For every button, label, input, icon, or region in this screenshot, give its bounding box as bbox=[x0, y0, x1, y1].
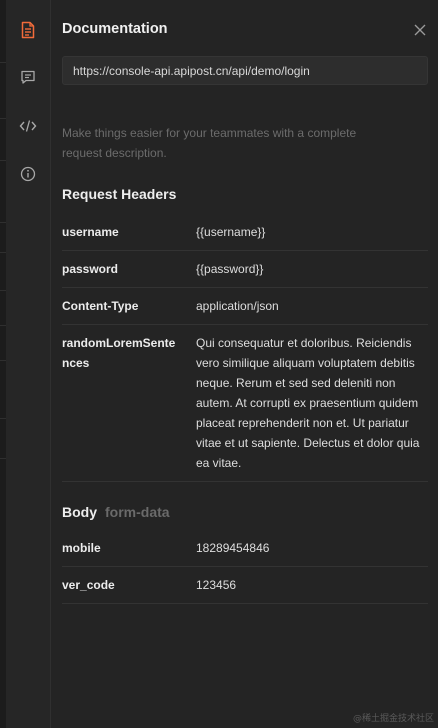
url-field[interactable]: https://console-api.apipost.cn/api/demo/… bbox=[62, 56, 428, 85]
watermark-text: @稀土掘金技术社区 bbox=[352, 714, 434, 724]
header-value: application/json bbox=[196, 299, 279, 313]
comment-icon[interactable] bbox=[18, 67, 38, 87]
header-key: Content-Type bbox=[62, 299, 139, 313]
table-row: mobile 18289454846 bbox=[62, 530, 428, 567]
panel-title: Documentation bbox=[62, 21, 168, 37]
table-row: username {{username}} bbox=[62, 213, 428, 251]
table-row: Content-Type application/json bbox=[62, 288, 428, 325]
header-value: {{username}} bbox=[196, 225, 266, 239]
document-icon[interactable] bbox=[18, 20, 38, 40]
body-value: 18289454846 bbox=[196, 541, 270, 555]
documentation-window: Documentation https://console-api.apipos… bbox=[0, 0, 438, 728]
icon-rail bbox=[6, 0, 51, 728]
code-icon[interactable] bbox=[18, 116, 38, 136]
body-title: Body bbox=[62, 504, 97, 520]
body-heading: Body form-data bbox=[62, 504, 170, 520]
body-key: ver_code bbox=[62, 578, 115, 592]
description-field[interactable]: Make things easier for your teammates wi… bbox=[62, 123, 372, 163]
documentation-panel: Documentation https://console-api.apipos… bbox=[51, 0, 438, 728]
body-value: 123456 bbox=[196, 578, 237, 592]
request-headers-heading: Request Headers bbox=[62, 186, 177, 202]
header-key: randomLoremSentences bbox=[62, 336, 176, 370]
header-value: Qui consequatur et doloribus. Reiciendis… bbox=[196, 336, 420, 470]
body-type-label: form-data bbox=[105, 504, 170, 520]
header-key: password bbox=[62, 262, 119, 276]
close-icon[interactable] bbox=[412, 22, 428, 38]
table-row: randomLoremSentences Qui consequatur et … bbox=[62, 325, 428, 482]
body-key: mobile bbox=[62, 541, 101, 555]
table-row: ver_code 123456 bbox=[62, 567, 428, 604]
info-icon[interactable] bbox=[18, 164, 38, 184]
table-row: password {{password}} bbox=[62, 251, 428, 288]
header-key: username bbox=[62, 225, 119, 239]
header-value: {{password}} bbox=[196, 262, 264, 276]
